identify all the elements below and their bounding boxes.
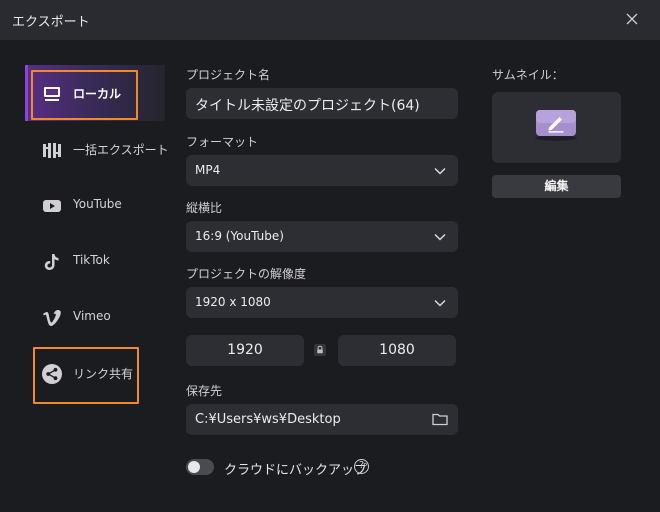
format-label: フォーマット bbox=[186, 135, 259, 149]
project-name-value: タイトル未設定のプロジェクト(64) bbox=[195, 98, 420, 114]
chevron-down-icon bbox=[434, 233, 446, 241]
aspect-ratio-select[interactable]: 16:9 (YouTube) bbox=[186, 221, 458, 252]
sidebar-item-label: TikTok bbox=[73, 253, 110, 267]
save-location-value: C:¥Users¥ws¥Desktop bbox=[195, 412, 341, 427]
project-name-label: プロジェクト名 bbox=[186, 68, 271, 82]
sidebar-item-link-share[interactable]: リンク共有 bbox=[25, 345, 165, 401]
height-input[interactable]: 1080 bbox=[338, 335, 456, 366]
sidebar-item-vimeo[interactable]: Vimeo bbox=[25, 289, 165, 345]
project-name-input[interactable]: タイトル未設定のプロジェクト(64) bbox=[186, 88, 458, 119]
sidebar-item-youtube[interactable]: YouTube bbox=[25, 177, 165, 233]
chevron-down-icon bbox=[434, 167, 446, 175]
edit-thumbnail-icon bbox=[535, 110, 577, 141]
edit-thumbnail-button[interactable]: 編集 bbox=[492, 175, 621, 198]
width-input[interactable]: 1920 bbox=[186, 335, 304, 366]
chevron-down-icon bbox=[434, 299, 446, 307]
sidebar-item-batch-export[interactable]: 一括エクスポート bbox=[25, 121, 169, 177]
format-select[interactable]: MP4 bbox=[186, 155, 458, 186]
resolution-value: 1920 x 1080 bbox=[195, 295, 271, 309]
resolution-label: プロジェクトの解像度 bbox=[186, 267, 307, 281]
toggle-knob bbox=[188, 461, 200, 473]
share-icon bbox=[42, 364, 62, 384]
save-location-label: 保存先 bbox=[186, 384, 223, 398]
aspect-ratio-label: 縦横比 bbox=[186, 201, 223, 215]
sidebar-item-label: ローカル bbox=[73, 87, 122, 101]
sidebar-item-tiktok[interactable]: TikTok bbox=[25, 233, 165, 289]
window-title: エクスポート bbox=[12, 15, 90, 30]
folder-icon[interactable] bbox=[432, 412, 448, 426]
title-bar: エクスポート bbox=[0, 0, 660, 40]
close-icon[interactable] bbox=[623, 10, 641, 28]
lock-icon[interactable] bbox=[314, 344, 326, 356]
sidebar-item-label: 一括エクスポート bbox=[73, 143, 169, 157]
sidebar-item-label: リンク共有 bbox=[73, 367, 134, 381]
cloud-backup-label: クラウドにバックアップ bbox=[224, 463, 368, 478]
help-icon[interactable]: ? bbox=[354, 459, 369, 474]
local-export-icon bbox=[44, 87, 60, 101]
save-location-input[interactable]: C:¥Users¥ws¥Desktop bbox=[186, 404, 458, 435]
thumbnail-label: サムネイル： bbox=[492, 68, 564, 82]
batch-export-icon bbox=[43, 143, 61, 158]
aspect-ratio-value: 16:9 (YouTube) bbox=[195, 229, 284, 243]
vimeo-icon bbox=[43, 310, 61, 326]
resolution-select[interactable]: 1920 x 1080 bbox=[186, 287, 458, 318]
thumbnail-preview bbox=[492, 92, 621, 163]
cloud-backup-toggle[interactable] bbox=[186, 459, 214, 475]
sidebar-item-local[interactable]: ローカル bbox=[25, 65, 165, 121]
sidebar-item-label: Vimeo bbox=[73, 309, 111, 323]
format-value: MP4 bbox=[195, 163, 221, 177]
youtube-icon bbox=[43, 200, 61, 212]
tiktok-icon bbox=[44, 254, 59, 270]
sidebar-item-label: YouTube bbox=[73, 197, 122, 211]
